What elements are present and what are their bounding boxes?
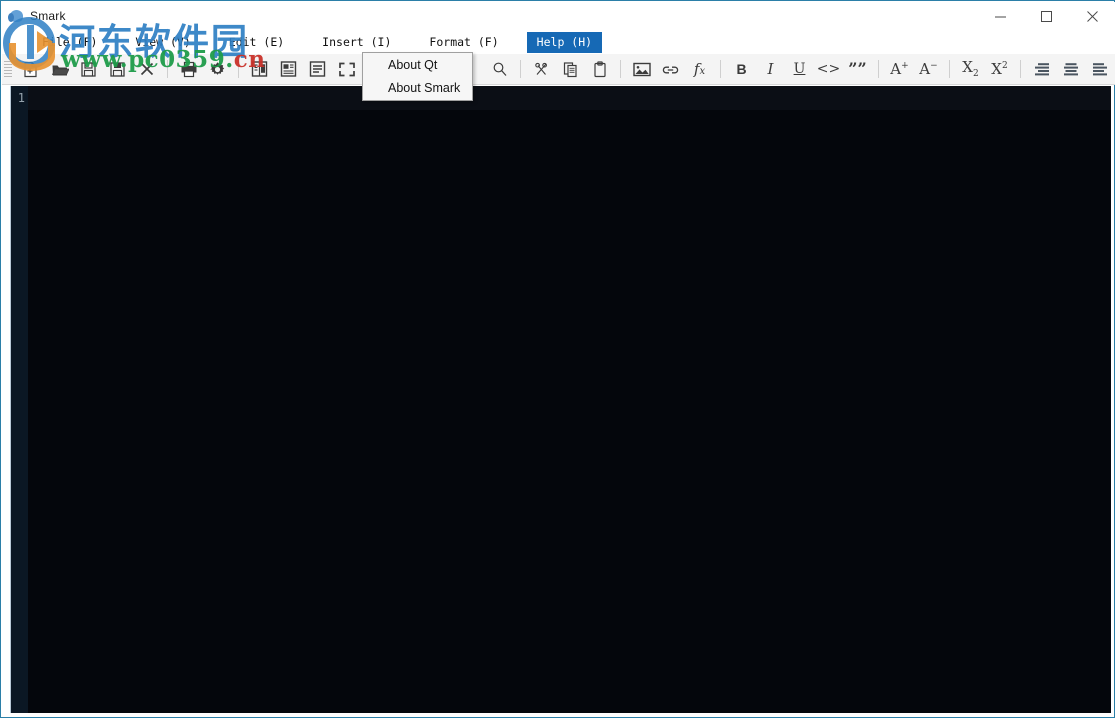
toolbar-separator <box>520 60 521 78</box>
current-line-highlight <box>28 86 1111 110</box>
toolbar-separator <box>167 60 168 78</box>
toolbar-separator <box>949 60 950 78</box>
minimize-icon[interactable] <box>977 2 1023 30</box>
quote-icon[interactable]: ”” <box>843 56 872 82</box>
menu-item-about-qt[interactable]: About Qt <box>363 54 472 77</box>
align-center-icon[interactable] <box>1056 56 1085 82</box>
help-menu-dropdown: About Qt About Smark <box>362 52 473 101</box>
increase-font-icon[interactable]: A+ <box>885 56 914 82</box>
menu-item-edit[interactable]: Edit (E) <box>219 32 294 53</box>
close-icon[interactable] <box>1069 2 1115 30</box>
menu-item-about-smark[interactable]: About Smark <box>363 77 472 100</box>
subscript-label: X <box>962 58 973 76</box>
settings-gear-icon[interactable] <box>203 56 232 82</box>
menu-item-file[interactable]: File (F) <box>32 32 107 53</box>
paste-clipboard-icon[interactable] <box>585 56 614 82</box>
subscript-sub: 2 <box>973 69 979 79</box>
image-icon[interactable] <box>627 56 656 82</box>
window-controls <box>977 2 1115 30</box>
code-label: <> <box>817 62 840 76</box>
italic-label: I <box>768 62 774 77</box>
toolbar-separator <box>1020 60 1021 78</box>
align-left-icon[interactable] <box>1085 56 1114 82</box>
line-number: 1 <box>18 91 25 105</box>
toolbar-separator <box>620 60 621 78</box>
decrease-font-sup: − <box>930 61 938 71</box>
menu-item-format[interactable]: Format (F) <box>419 32 508 53</box>
decrease-font-label: A <box>919 60 930 78</box>
editor-area[interactable]: 1 <box>10 86 1111 713</box>
align-right-icon[interactable] <box>1027 56 1056 82</box>
maximize-icon[interactable] <box>1023 2 1069 30</box>
split-view-icon[interactable] <box>245 56 274 82</box>
menu-item-help[interactable]: Help (H) <box>527 32 602 53</box>
superscript-sup: 2 <box>1002 61 1008 71</box>
close-file-icon[interactable] <box>132 56 161 82</box>
underline-label: U <box>794 62 806 76</box>
link-icon[interactable] <box>656 56 685 82</box>
quote-label: ”” <box>848 65 866 73</box>
code-text-area[interactable] <box>28 86 1111 713</box>
superscript-label: X <box>991 60 1002 78</box>
editor-only-icon[interactable] <box>303 56 332 82</box>
toolbar-separator <box>720 60 721 78</box>
window-title: Smark <box>30 9 66 23</box>
save-as-icon[interactable] <box>103 56 132 82</box>
code-inline-icon[interactable]: <> <box>814 56 843 82</box>
superscript-icon[interactable]: X2 <box>985 56 1014 82</box>
smark-app-icon <box>8 7 26 25</box>
menu-bar: File (F) View (V) Edit (E) Insert (I) Fo… <box>2 30 1115 54</box>
copy-icon[interactable] <box>556 56 585 82</box>
cut-scissors-icon[interactable] <box>527 56 556 82</box>
italic-icon[interactable]: I <box>756 56 785 82</box>
preview-panel-icon[interactable] <box>274 56 303 82</box>
toolbar-separator <box>238 60 239 78</box>
title-bar: Smark <box>2 2 1115 30</box>
toolbar-drag-handle[interactable] <box>4 58 14 80</box>
left-frame-strip <box>1 86 9 713</box>
fullscreen-icon[interactable] <box>332 56 361 82</box>
increase-font-label: A <box>890 60 901 78</box>
underline-icon[interactable]: U <box>785 56 814 82</box>
save-icon[interactable] <box>74 56 103 82</box>
bold-label: B <box>736 62 746 76</box>
app-window: Smark File (F) View (V) Edit (E) Insert … <box>0 0 1115 718</box>
print-icon[interactable] <box>174 56 203 82</box>
formula-fx-icon[interactable]: fx <box>685 56 714 82</box>
line-number-gutter: 1 <box>11 86 28 713</box>
menu-item-insert[interactable]: Insert (I) <box>312 32 401 53</box>
open-folder-icon[interactable] <box>45 56 74 82</box>
new-file-icon[interactable] <box>16 56 45 82</box>
decrease-font-icon[interactable]: A− <box>914 56 943 82</box>
toolbar: fx B I U <> ”” A+ A− X2 <box>2 54 1115 85</box>
toolbar-separator <box>878 60 879 78</box>
search-icon[interactable] <box>485 56 514 82</box>
scrollbar-track[interactable] <box>2 86 8 713</box>
subscript-icon[interactable]: X2 <box>956 56 985 82</box>
menu-item-view[interactable]: View (V) <box>125 32 200 53</box>
increase-font-sup: + <box>901 61 909 71</box>
bold-icon[interactable]: B <box>727 56 756 82</box>
